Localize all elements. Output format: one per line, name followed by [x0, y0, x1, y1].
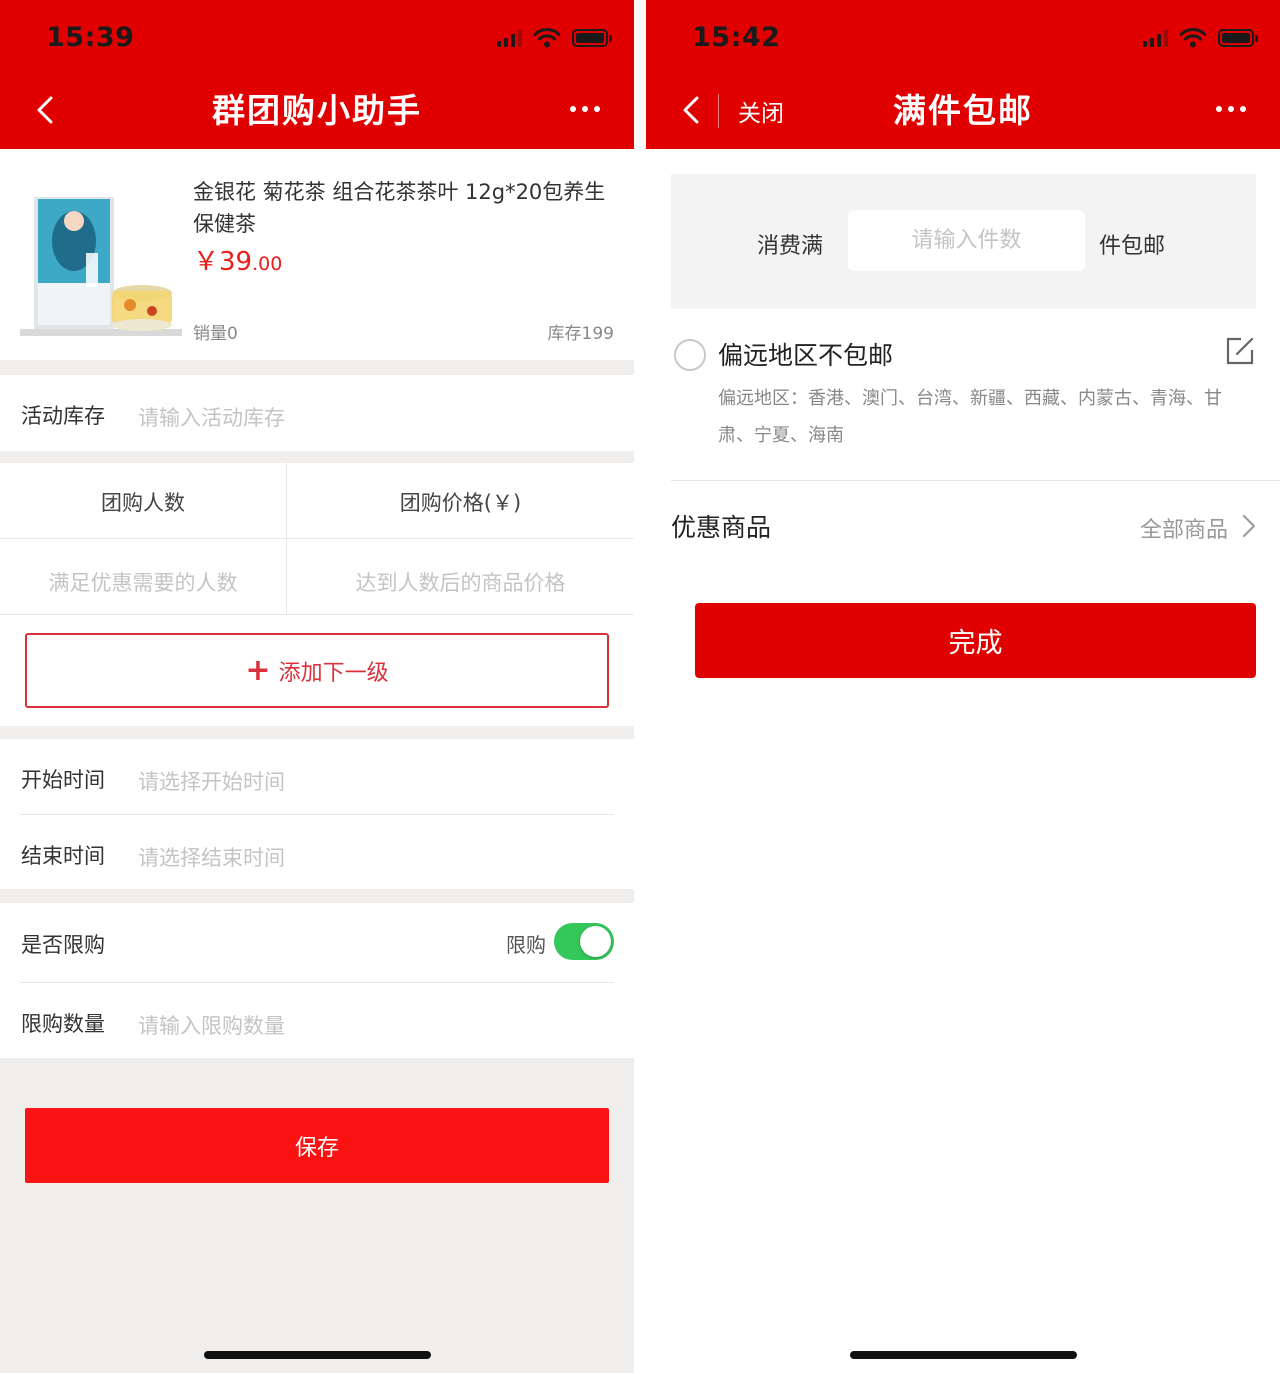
start-time-label: 开始时间 [21, 768, 105, 792]
tier-divider [0, 538, 634, 539]
more-dots-icon[interactable] [570, 106, 600, 112]
page-title: 群团购小助手 [212, 91, 422, 130]
threshold-box: 消费满 件包邮 [671, 174, 1256, 309]
promo-goods-value[interactable]: 全部商品 [1140, 512, 1228, 544]
tier-price-header: 团购价格(￥) [399, 491, 522, 515]
promo-goods-label: 优惠商品 [671, 513, 772, 542]
start-time-picker[interactable]: 请选择开始时间 [138, 766, 285, 796]
tier-count-input[interactable]: 满足优惠需要的人数 [0, 567, 286, 597]
limit-qty-label: 限购数量 [21, 1012, 105, 1036]
time-divider [20, 814, 614, 815]
add-tier-label: 添加下一级 [278, 660, 389, 686]
toggle-knob [580, 926, 611, 957]
time-section: 开始时间 请选择开始时间 结束时间 请选择结束时间 [0, 739, 634, 889]
product-image [20, 191, 182, 336]
limit-label: 是否限购 [21, 933, 105, 957]
price-integer: 39 [219, 247, 253, 277]
limit-toggle[interactable] [554, 923, 614, 960]
product-price: ￥39.00 [193, 241, 282, 278]
group-buy-screen: 15:39 群团购小助手 金银花 菊花茶 组合花茶茶叶 12g*20包养生保健茶… [0, 0, 634, 1373]
cellular-signal-icon [1143, 29, 1168, 47]
edit-icon[interactable] [1225, 336, 1255, 366]
limit-section: 是否限购 限购数量 请输入限购数量 [0, 903, 634, 1058]
more-dots-icon[interactable] [1216, 106, 1246, 112]
home-indicator [204, 1351, 431, 1359]
product-card: 金银花 菊花茶 组合花茶茶叶 12g*20包养生保健茶 ￥39.00 销量0 库… [0, 149, 634, 360]
wifi-icon [534, 28, 560, 48]
activity-stock-label: 活动库存 [21, 404, 105, 428]
free-shipping-screen: 15:42 关闭 满件包邮 消费满 件包邮 偏远地区不包邮 偏远地区：香港 [646, 0, 1280, 1373]
status-time: 15:39 [46, 22, 135, 53]
status-time: 15:42 [692, 22, 781, 53]
tier-count-header: 团购人数 [101, 491, 185, 515]
chevron-right-icon[interactable] [1242, 514, 1256, 538]
screen-divider [634, 0, 646, 1373]
activity-stock-input[interactable]: 请输入活动库存 [138, 402, 285, 432]
status-icons [497, 28, 612, 48]
activity-stock-row[interactable]: 活动库存 请输入活动库存 [0, 375, 634, 451]
product-sales: 销量0 [193, 324, 238, 344]
tier-table: 团购人数 团购价格(￥) 满足优惠需要的人数 达到人数后的商品价格 [0, 463, 634, 615]
price-symbol: ￥ [193, 247, 220, 277]
nav-header: 15:39 群团购小助手 [0, 0, 634, 149]
page-title: 满件包邮 [893, 91, 1033, 130]
product-name: 金银花 菊花茶 组合花茶茶叶 12g*20包养生保健茶 [193, 180, 606, 236]
battery-icon [1218, 29, 1258, 47]
tier-price-input[interactable]: 达到人数后的商品价格 [287, 567, 634, 597]
section-divider [671, 480, 1280, 481]
remote-area-radio[interactable] [674, 339, 706, 371]
limit-qty-input[interactable]: 请输入限购数量 [138, 1010, 285, 1040]
wifi-icon [1180, 28, 1206, 48]
product-stock: 库存199 [547, 324, 614, 344]
price-cents: .00 [252, 253, 283, 275]
save-button[interactable]: 保存 [25, 1108, 609, 1183]
threshold-suffix: 件包邮 [1099, 234, 1166, 259]
remote-area-description: 偏远地区：香港、澳门、台湾、新疆、西藏、内蒙古、青海、甘肃、宁夏、海南 [718, 388, 1222, 446]
threshold-prefix: 消费满 [757, 234, 824, 259]
item-count-input[interactable] [848, 210, 1085, 271]
done-button[interactable]: 完成 [695, 603, 1256, 678]
limit-divider [20, 982, 614, 983]
toggle-label: 限购 [506, 933, 546, 957]
plus-icon: + [245, 652, 271, 688]
status-icons [1143, 28, 1258, 48]
end-time-label: 结束时间 [21, 844, 105, 868]
remote-area-title: 偏远地区不包邮 [718, 341, 894, 370]
battery-icon [572, 29, 612, 47]
home-indicator [850, 1351, 1077, 1359]
cellular-signal-icon [497, 29, 522, 47]
nav-header: 15:42 关闭 满件包邮 [646, 0, 1280, 149]
end-time-picker[interactable]: 请选择结束时间 [138, 842, 285, 872]
add-tier-button[interactable]: + 添加下一级 [25, 633, 609, 708]
